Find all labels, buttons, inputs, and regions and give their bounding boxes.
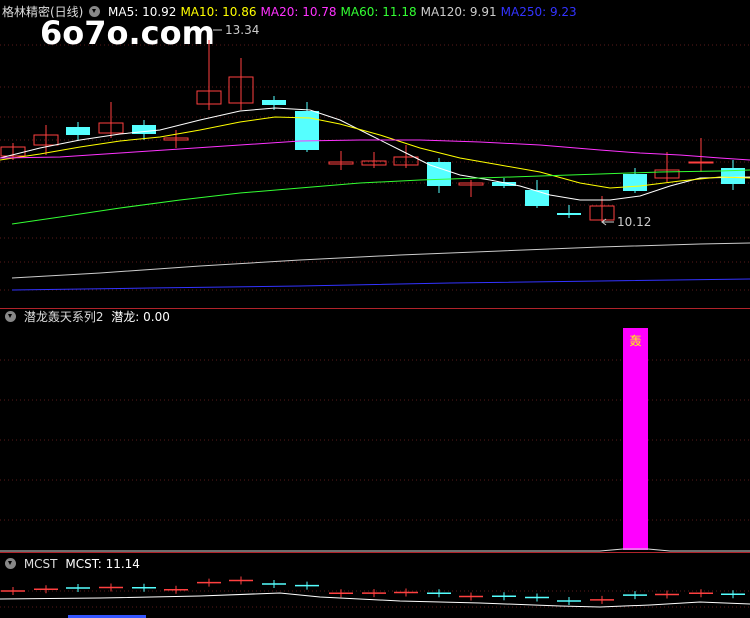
chevron-down-icon[interactable] — [5, 311, 16, 322]
high-price-label: 13.34 — [225, 23, 259, 37]
candle-body — [66, 127, 90, 135]
candle-body — [557, 213, 581, 215]
candle-body — [262, 100, 286, 105]
ma250-line — [11, 278, 750, 291]
indicator-chart: 轰 — [0, 328, 750, 552]
candlestick-chart: 13.34 10.12 — [0, 23, 750, 291]
indicator-value: 潜龙: 0.00 — [111, 310, 170, 324]
candle-body — [623, 174, 647, 191]
ma20-line — [0, 139, 750, 161]
mcst-legend: MCST MCST: 11.14 — [2, 556, 144, 572]
low-price-label: 10.12 — [617, 215, 651, 229]
indicator-title: 潜龙轰天系列2 — [23, 310, 104, 324]
chevron-down-icon[interactable] — [5, 558, 16, 569]
panel-divider — [0, 552, 750, 553]
candle-body — [295, 111, 319, 150]
candle-body — [688, 161, 714, 164]
signal-bar — [623, 328, 648, 550]
ma120-line — [11, 242, 750, 279]
mcst-title: MCST — [23, 557, 58, 571]
candle-body — [525, 190, 549, 206]
mcst-value: MCST: 11.14 — [65, 557, 140, 571]
indicator-legend: 潜龙轰天系列2 潜龙: 0.00 — [2, 309, 174, 325]
signal-bar-label: 轰 — [629, 333, 641, 348]
mcst-chart — [0, 576, 750, 618]
